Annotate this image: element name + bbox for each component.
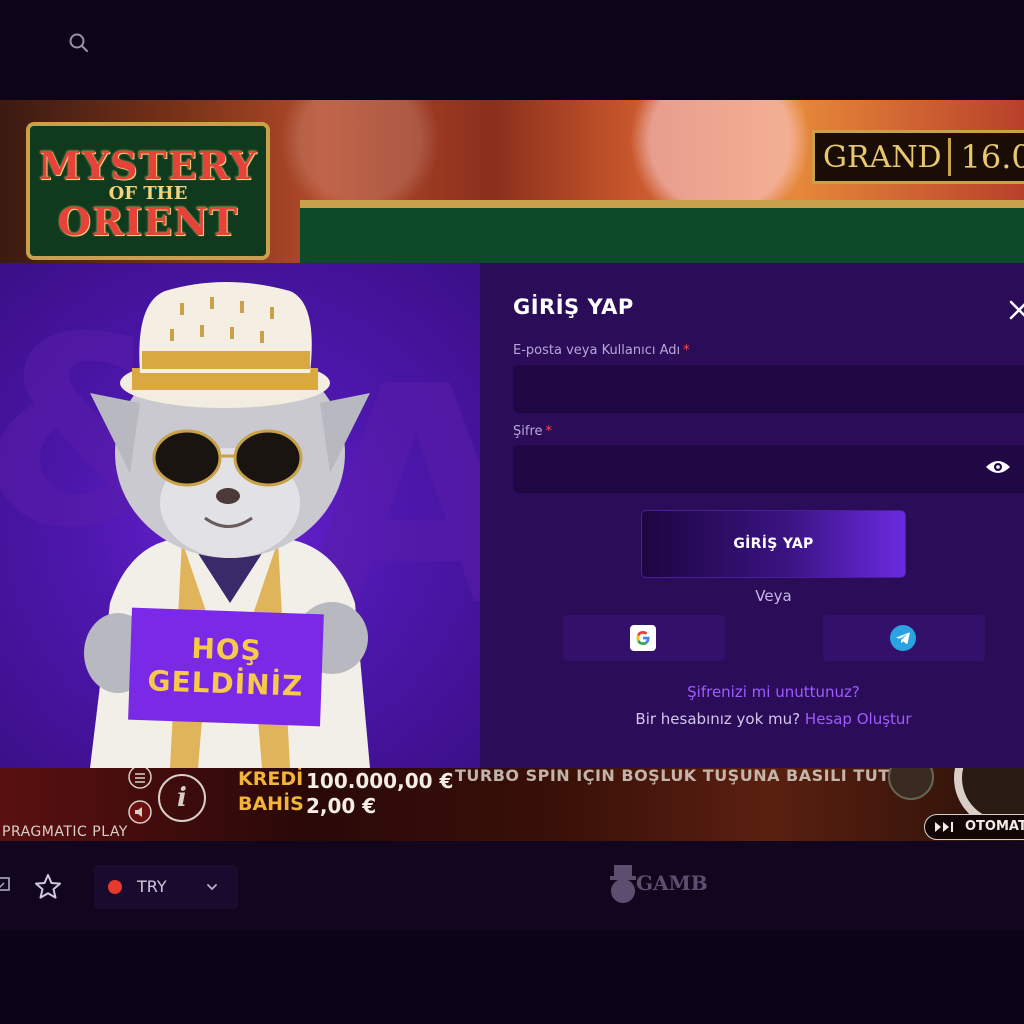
no-account-text: Bir hesabınız yok mu?: [635, 710, 801, 728]
logo-mascot-icon: [610, 865, 636, 903]
forgot-password-link[interactable]: Şifrenizi mi unuttunuz?: [480, 683, 1024, 701]
info-icon[interactable]: i: [158, 774, 206, 822]
search-icon[interactable]: [68, 32, 90, 54]
telegram-icon: [890, 625, 916, 651]
bet-label: BAHİS: [238, 793, 304, 815]
expand-icon[interactable]: [0, 877, 10, 891]
provider-label: PRAGMATIC PLAY: [2, 824, 128, 840]
google-icon: [630, 625, 656, 651]
currency-select[interactable]: TRY: [94, 865, 238, 909]
autoplay-button[interactable]: OTOMAT: [924, 814, 1024, 840]
close-icon[interactable]: [1008, 299, 1024, 321]
eye-icon[interactable]: [985, 459, 1011, 475]
username-label-text: E-posta veya Kullanıcı Adı: [513, 343, 681, 358]
register-link[interactable]: Hesap Oluştur: [805, 710, 912, 728]
turbo-spin-hint: TURBO SPİN İÇİN BOŞLUK TUŞUNA BASILI TUT…: [455, 768, 918, 785]
bottom-bar: TRY GAMB: [0, 841, 1024, 931]
grand-label: GRAND: [823, 139, 942, 175]
login-form-panel: GİRİŞ YAP E-posta veya Kullanıcı Adı * Şi…: [480, 263, 1024, 768]
site-logo-text: GAMB: [636, 871, 708, 895]
decrease-bet-button[interactable]: [888, 768, 934, 800]
password-label: Şifre *: [513, 424, 552, 439]
credit-label: KREDİ: [238, 768, 304, 790]
game-control-bar: i KREDİ 100.000,00 € BAHİS 2,00 € TURBO …: [0, 768, 1024, 841]
footer: [0, 931, 1024, 1024]
menu-icon[interactable]: [128, 768, 152, 790]
autoplay-icon: [935, 822, 953, 832]
game-reels: [300, 200, 1024, 263]
credit-value: 100.000,00 €: [306, 769, 454, 793]
login-title: GİRİŞ YAP: [513, 295, 634, 319]
game-banner: MYSTERY OF THE ORIENT GRAND 16.0: [0, 100, 1024, 263]
grand-value: 16.0: [947, 138, 1024, 176]
username-input[interactable]: [513, 365, 1024, 413]
game-logo: MYSTERY OF THE ORIENT: [26, 122, 270, 260]
required-mark: *: [683, 343, 690, 358]
register-row: Bir hesabınız yok mu? Hesap Oluştur: [480, 710, 1024, 728]
required-mark: *: [545, 424, 553, 439]
autoplay-label: OTOMAT: [965, 819, 1024, 834]
game-logo-line3: ORIENT: [57, 199, 239, 244]
currency-label: TRY: [137, 877, 167, 896]
star-icon[interactable]: [34, 873, 62, 901]
game-logo-line1: MYSTERY: [38, 143, 258, 188]
grand-jackpot: GRAND 16.0: [812, 130, 1024, 184]
sound-icon[interactable]: [128, 800, 152, 824]
currency-flag-icon: [108, 880, 122, 894]
chevron-down-icon: [207, 884, 217, 891]
login-submit-button[interactable]: GİRİŞ YAP: [642, 511, 905, 577]
password-input[interactable]: [513, 445, 1024, 493]
google-login-button[interactable]: [563, 615, 725, 661]
login-modal: & A HOŞ GELDİNİZ GİRİŞ YAP E-posta veya …: [0, 263, 1024, 768]
welcome-line1: HOŞ: [190, 631, 263, 668]
bet-value: 2,00 €: [306, 794, 377, 818]
top-bar: [0, 0, 1024, 100]
site-logo[interactable]: GAMB: [608, 863, 708, 909]
or-divider: Veya: [755, 587, 792, 605]
password-label-text: Şifre: [513, 424, 543, 439]
username-label: E-posta veya Kullanıcı Adı *: [513, 343, 690, 358]
telegram-login-button[interactable]: [823, 615, 985, 661]
welcome-sign: HOŞ GELDİNİZ: [128, 607, 324, 727]
welcome-line2: GELDİNİZ: [147, 664, 304, 703]
welcome-panel: & A HOŞ GELDİNİZ: [0, 263, 480, 768]
